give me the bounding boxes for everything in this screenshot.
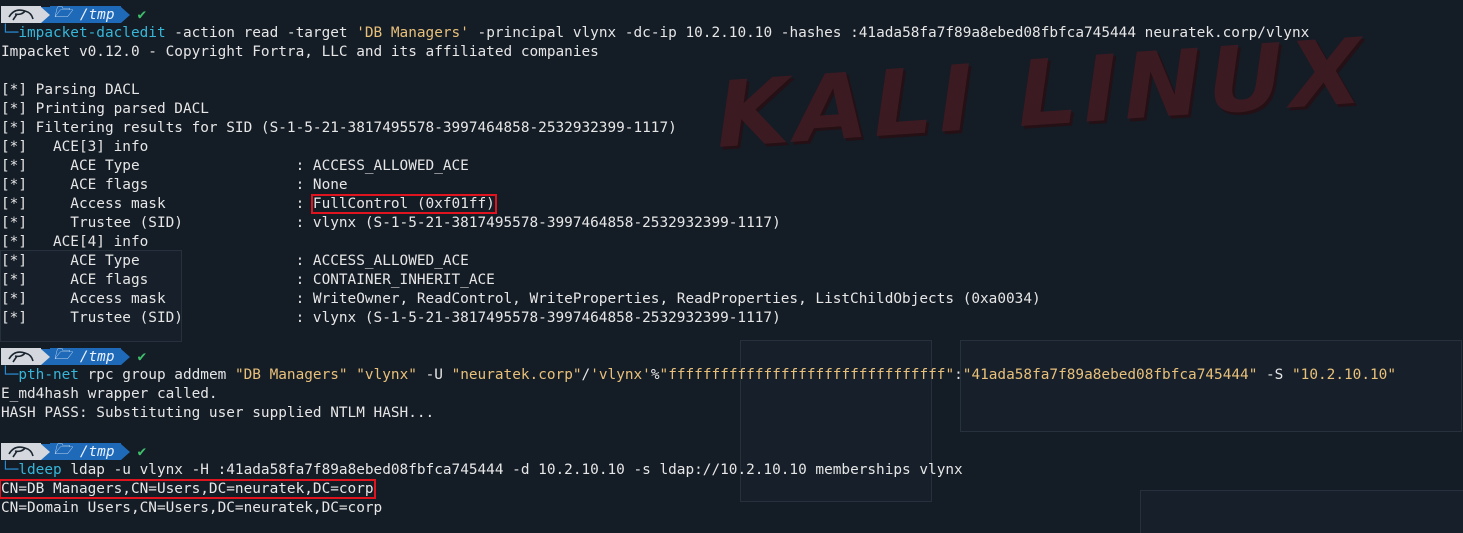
cwd-segment: 🗁/tmp [50, 5, 121, 23]
kali-dragon-icon [1, 443, 41, 460]
shell-prompt: 🗁/tmp ✔ [1, 347, 1463, 366]
kali-dragon-icon [1, 348, 41, 365]
output-line: [*] Trustee (SID) : vlynx (S-1-5-21-3817… [1, 310, 781, 326]
success-check-icon: ✔ [137, 443, 147, 460]
shell-prompt: 🗁/tmp ✔ [1, 442, 1463, 461]
output-line: [*] ACE[3] info [1, 139, 149, 155]
output-line: [*] Filtering results for SID (S-1-5-21-… [1, 120, 677, 136]
kali-dragon-icon [1, 6, 41, 23]
output-line: [*] ACE Type : ACCESS_ALLOWED_ACE [1, 158, 469, 174]
output-line: [*] Trustee (SID) : vlynx (S-1-5-21-3817… [1, 215, 781, 231]
output-line: [*] ACE flags : None [1, 177, 348, 193]
output-line: Impacket v0.12.0 - Copyright Fortra, LLC… [1, 44, 599, 60]
success-check-icon: ✔ [137, 348, 147, 365]
output-line: CN=Domain Users,CN=Users,DC=neuratek,DC=… [1, 500, 383, 516]
command-line: └─ldeep ldap -u vlynx -H :41ada58fa7f89a… [1, 462, 963, 478]
folder-icon: 🗁 [54, 4, 72, 21]
cwd-segment: 🗁/tmp [50, 442, 121, 460]
command-line: └─impacket-dacledit -action read -target… [1, 25, 1310, 41]
output-line: [*] ACE[4] info [1, 234, 149, 250]
cwd-segment: 🗁/tmp [50, 347, 121, 365]
folder-icon: 🗁 [54, 346, 72, 363]
shell-prompt: 🗁/tmp ✔ [1, 5, 1463, 24]
output-line: HASH PASS: Substituting user supplied NT… [1, 405, 435, 421]
output-line: [*] ACE Type : ACCESS_ALLOWED_ACE [1, 253, 469, 269]
output-line: CN=DB Managers,CN=Users,DC=neuratek,DC=c… [0, 479, 1463, 499]
output-line: [*] ACE flags : CONTAINER_INHERIT_ACE [1, 272, 495, 288]
terminal-output: 🗁/tmp ✔ └─impacket-dacledit -action read… [0, 5, 1463, 518]
output-line: [*] Access mask : FullControl (0xf01ff) [1, 194, 497, 214]
folder-icon: 🗁 [54, 441, 72, 458]
output-line: E_md4hash wrapper called. [1, 386, 218, 402]
command-line: └─pth-net rpc group addmem "DB Managers"… [1, 367, 1396, 383]
output-line: [*] Parsing DACL [1, 82, 140, 98]
highlight-fullcontrol: FullControl (0xf01ff) [310, 194, 497, 214]
success-check-icon: ✔ [137, 6, 147, 23]
output-line: [*] Access mask : WriteOwner, ReadContro… [1, 291, 1041, 307]
highlight-db-managers: CN=DB Managers,CN=Users,DC=neuratek,DC=c… [0, 479, 376, 499]
output-line: [*] Printing parsed DACL [1, 101, 209, 117]
